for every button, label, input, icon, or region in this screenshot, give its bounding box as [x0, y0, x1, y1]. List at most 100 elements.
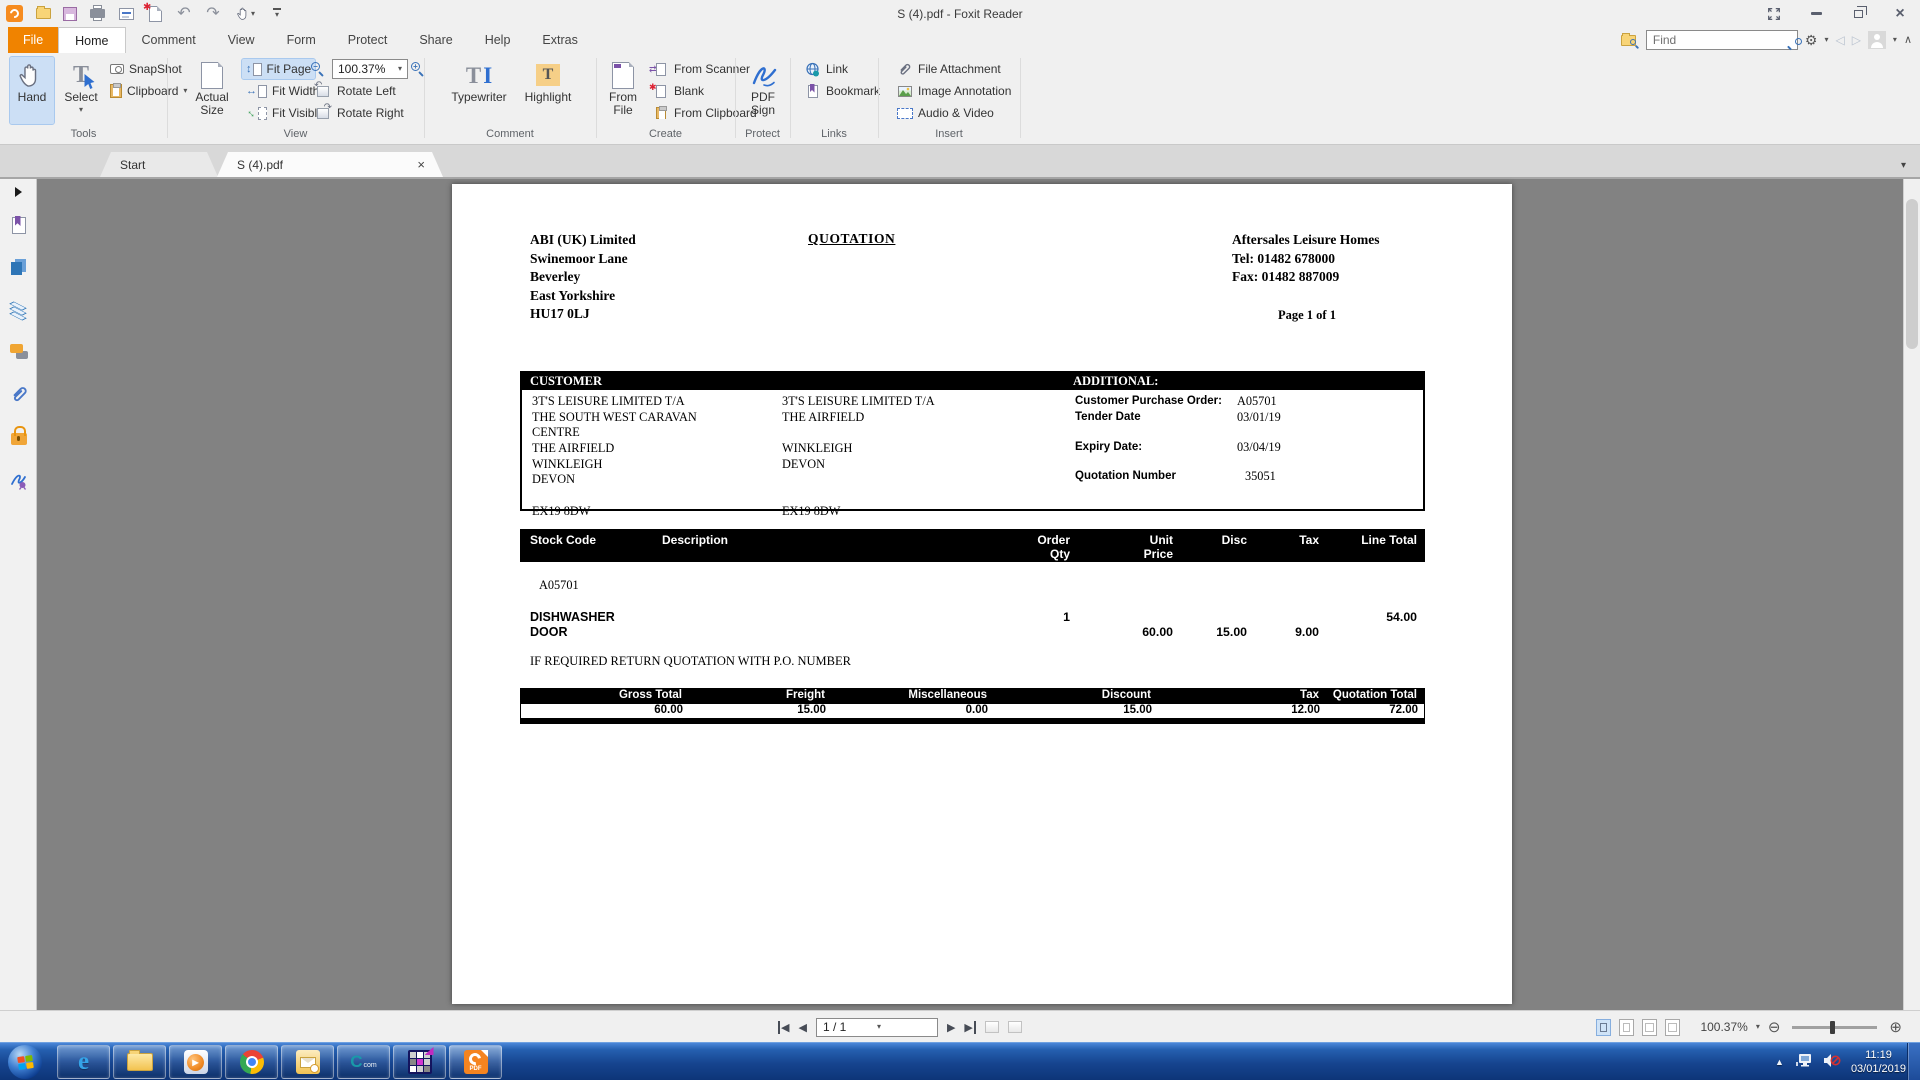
email-document-icon[interactable] [117, 5, 135, 23]
taskbar-foxit-reader[interactable]: PDF [449, 1045, 502, 1079]
find-options-caret[interactable]: ▾ [1824, 36, 1828, 44]
clock[interactable]: 11:1903/01/2019 [1851, 1048, 1906, 1076]
user-menu-caret[interactable]: ▾ [1893, 36, 1897, 44]
bookmark-button[interactable]: Bookmark [800, 81, 884, 101]
first-page-icon[interactable]: ◀ [778, 1021, 789, 1034]
rotate-left-button[interactable]: ↶Rotate Left [310, 81, 400, 101]
security-panel-icon[interactable] [0, 425, 37, 445]
snapshot-button[interactable]: SnapShot [106, 59, 186, 79]
print-icon[interactable] [88, 5, 106, 23]
save-icon[interactable] [63, 7, 77, 21]
previous-page-icon[interactable]: ◀ [798, 1021, 806, 1034]
zoom-out-icon: − [310, 61, 326, 77]
volume-muted-icon[interactable] [1823, 1053, 1841, 1071]
expand-panel-icon[interactable] [0, 187, 37, 197]
select-tool-button[interactable]: T Select ▾ [58, 57, 104, 124]
tab-form[interactable]: Form [271, 27, 332, 53]
doc-tab-active[interactable]: S (4).pdf× [217, 152, 443, 177]
taskbar-outlook[interactable] [281, 1045, 334, 1079]
show-hidden-icons[interactable]: ▲ [1775, 1057, 1784, 1067]
image-annotation-button[interactable]: Image Annotation [892, 81, 1015, 101]
zoom-level-combobox[interactable]: 100.37% ▾ [332, 59, 408, 79]
typewriter-button[interactable]: TI Typewriter [446, 57, 512, 124]
customize-toolbar-icon[interactable]: ▾ [270, 5, 284, 23]
rotate-right-icon: ↷ [314, 108, 332, 119]
pages-panel-icon[interactable] [0, 259, 37, 275]
zoom-slider[interactable] [1792, 1026, 1877, 1029]
last-page-icon[interactable]: ▶ [964, 1021, 975, 1034]
rotate-right-button[interactable]: ↷Rotate Right [310, 103, 408, 123]
signatures-panel-icon[interactable] [0, 471, 37, 490]
pdf-page[interactable]: ABI (UK) Limited Swinemoor Lane Beverley… [452, 184, 1512, 1004]
close-tab-icon[interactable]: × [417, 157, 425, 172]
layers-panel-icon[interactable] [0, 303, 37, 317]
pdf-sign-button[interactable]: PDF Sign [740, 57, 786, 124]
previous-view-icon[interactable] [985, 1021, 999, 1033]
page-number-field[interactable]: 1 / 1▾ [816, 1018, 938, 1037]
comments-panel-icon[interactable] [0, 344, 37, 359]
hand-tool-quick-icon[interactable]: ▾ [233, 5, 259, 23]
continuous-facing-view-icon[interactable] [1665, 1019, 1680, 1036]
start-button[interactable] [8, 1045, 42, 1079]
network-icon[interactable] [1794, 1053, 1813, 1071]
zoom-out-circle-icon[interactable]: ⊖ [1768, 1018, 1781, 1036]
minimize-button[interactable] [1806, 5, 1826, 23]
document-scrollbar[interactable] [1903, 179, 1920, 1010]
audio-video-button[interactable]: Audio & Video [892, 103, 998, 123]
from-scanner-button[interactable]: ⇄From Scanner [648, 59, 754, 79]
scrollbar-thumb[interactable] [1906, 199, 1918, 349]
taskbar-file-explorer[interactable] [113, 1045, 166, 1079]
collapse-ribbon-icon[interactable]: ∧ [1904, 35, 1912, 46]
close-button[interactable]: × [1890, 5, 1910, 23]
file-attachment-button[interactable]: File Attachment [892, 59, 1005, 79]
tab-share[interactable]: Share [403, 27, 468, 53]
show-desktop-button[interactable] [1907, 1043, 1920, 1080]
tab-list-caret-icon[interactable]: ▾ [1901, 160, 1906, 171]
zoom-in-circle-icon[interactable]: ⊕ [1889, 1018, 1902, 1036]
tab-help[interactable]: Help [469, 27, 527, 53]
next-page-icon[interactable]: ▶ [947, 1021, 955, 1034]
taskbar-internet-explorer[interactable]: e [57, 1045, 110, 1079]
blank-button[interactable]: ✱Blank [648, 81, 708, 101]
tab-view[interactable]: View [212, 27, 271, 53]
bookmarks-panel-icon[interactable] [0, 217, 37, 234]
find-next-icon[interactable]: ▷ [1852, 34, 1861, 46]
find-previous-icon[interactable]: ◁ [1835, 34, 1844, 46]
single-page-view-icon[interactable] [1596, 1019, 1611, 1036]
tab-comment[interactable]: Comment [126, 27, 212, 53]
find-input[interactable] [1646, 30, 1798, 50]
taskbar-grid-app[interactable] [393, 1045, 446, 1079]
tab-home[interactable]: Home [58, 27, 125, 53]
attachments-panel-icon[interactable] [0, 385, 37, 403]
tab-protect[interactable]: Protect [332, 27, 404, 53]
zoom-menu-caret[interactable]: ▾ [1756, 1023, 1760, 1031]
continuous-view-icon[interactable] [1619, 1019, 1634, 1036]
link-button[interactable]: Link [800, 59, 852, 79]
zoom-out-button[interactable]: − [310, 59, 326, 79]
undo-icon[interactable]: ↶ [175, 5, 193, 23]
tab-file[interactable]: File [8, 27, 58, 53]
open-file-icon[interactable] [34, 5, 52, 23]
fit-page-button[interactable]: ↕Fit Page [242, 59, 315, 79]
foxit-logo-icon[interactable] [6, 5, 23, 22]
facing-view-icon[interactable] [1642, 1019, 1657, 1036]
search-folder-icon[interactable] [1619, 32, 1639, 48]
tab-extras[interactable]: Extras [526, 27, 593, 53]
zoom-slider-handle[interactable] [1830, 1021, 1835, 1034]
redo-icon[interactable]: ↷ [204, 5, 222, 23]
user-avatar-icon[interactable] [1868, 31, 1886, 49]
expand-arrows-icon[interactable] [1764, 5, 1784, 23]
highlight-button[interactable]: T Highlight [518, 57, 578, 124]
doc-tab-start[interactable]: Start [100, 152, 218, 177]
taskbar-media-player[interactable]: ▶ [169, 1045, 222, 1079]
hand-tool-button[interactable]: Hand [10, 57, 54, 124]
new-document-icon[interactable]: ✱ [146, 5, 164, 23]
next-view-icon[interactable] [1008, 1021, 1022, 1033]
actual-size-button[interactable]: Actual Size [188, 57, 236, 124]
restore-button[interactable] [1848, 5, 1868, 23]
taskbar-chrome[interactable] [225, 1045, 278, 1079]
from-file-button[interactable]: From File [600, 57, 646, 124]
taskbar-com-app[interactable]: Ccom [337, 1045, 390, 1079]
find-options-gear-icon[interactable]: ⚙ [1805, 33, 1818, 47]
clipboard-button[interactable]: Clipboard▾ [106, 81, 191, 101]
